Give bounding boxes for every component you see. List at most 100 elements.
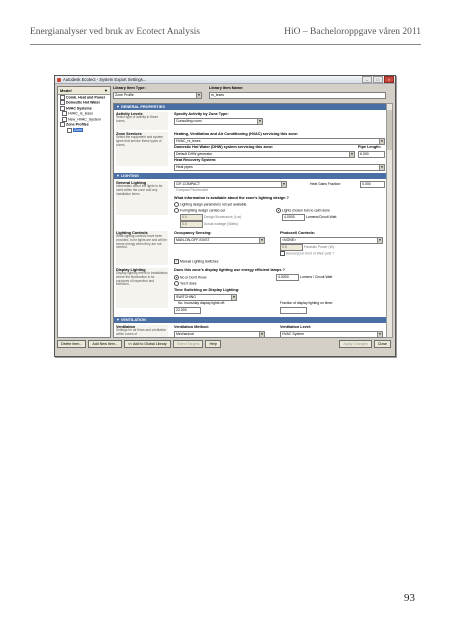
display-question: Does this zone's display lighting use en… xyxy=(174,268,285,272)
dropdown-arrow-icon[interactable]: ▼ xyxy=(104,87,108,94)
occupancy-value: MAN-ON-OFF-EXIST xyxy=(176,238,210,242)
tree-node-label: Comb. Heat and Power xyxy=(66,95,106,100)
library-tree[interactable]: Model ▼ Comb. Heat and Power Domestic Hot… xyxy=(57,86,111,338)
section-ventilation[interactable]: ▼ VENTILATION xyxy=(114,317,386,323)
manual-switches-check[interactable]: ✓ Manual Lighting Switches xyxy=(174,259,218,264)
library-row: Library Item Type: Zone Profile ▼ Library… xyxy=(113,86,391,102)
tree-header-label: Model xyxy=(60,88,72,93)
tree-node[interactable]: Zone xyxy=(58,127,110,133)
actual-wattage-input[interactable]: 0.0 xyxy=(180,221,203,228)
properties-panel[interactable]: ▼ GENERAL PROPERTIES Activity Levels Sel… xyxy=(113,103,387,338)
section-lighting[interactable]: ▼ LIGHTING xyxy=(114,173,386,179)
lighting-design-question: What information is available about the … xyxy=(174,196,289,200)
dhw-label: Domestic Hot Water (DHW) system servicin… xyxy=(174,145,274,149)
vent-method-value: Mechanical xyxy=(176,332,194,336)
display-efficacy-input[interactable]: 4.0000 xyxy=(276,274,299,281)
activity-desc-text: Select type of activity in these zones. xyxy=(116,115,158,123)
close-window-button[interactable]: × xyxy=(384,76,394,83)
maximize-button[interactable]: □ xyxy=(373,76,383,83)
section-general-properties[interactable]: ▼ GENERAL PROPERTIES xyxy=(114,104,386,110)
minimize-button[interactable]: – xyxy=(362,76,372,83)
add-new-item-button[interactable]: Add New Item... xyxy=(88,340,122,348)
library-type-select[interactable]: Zone Profile ▼ xyxy=(113,92,202,99)
tree-expander-icon[interactable] xyxy=(62,116,67,122)
tree-expander-icon[interactable] xyxy=(60,105,65,111)
vent-level-select[interactable]: HVAC System ▼ xyxy=(280,331,383,337)
occupancy-select[interactable]: MAN-ON-OFF-EXIST ▼ xyxy=(174,237,265,244)
tree-node-label: HVAC_rs_leses xyxy=(68,111,94,116)
parasitic-power-label: Parasitic Power (W) xyxy=(304,245,334,249)
select-targets-button[interactable]: Select Targets xyxy=(172,340,204,348)
settings-content: Library Item Type: Zone Profile ▼ Library… xyxy=(113,86,393,338)
apply-changes-button[interactable]: Apply Changes xyxy=(339,340,372,348)
pipe-length-label: Pipe Length: xyxy=(358,145,381,149)
properties-scrollbar[interactable] xyxy=(386,103,393,338)
tree-expander-icon[interactable] xyxy=(60,95,65,100)
general-lighting-desc: General Lighting Information about the l… xyxy=(116,181,168,215)
tree-expander-icon[interactable] xyxy=(62,111,67,117)
display-opt-yes[interactable]: Yes it does xyxy=(174,281,196,286)
parasitic-power-input[interactable]: 0.0 xyxy=(280,244,303,251)
page-number: 93 xyxy=(404,592,415,604)
tree-node-label: Zone xyxy=(73,128,84,133)
tree-node-label: Domestic Hot Water xyxy=(66,100,101,105)
help-button[interactable]: Help xyxy=(205,340,221,348)
design-illuminance-input[interactable]: 0.0 xyxy=(180,214,203,221)
display-lighting-desc-text: Display lighting refers to installations… xyxy=(116,271,168,287)
vent-method-select[interactable]: Mechanical ▼ xyxy=(174,331,265,337)
chevron-down-icon: ▼ xyxy=(259,332,264,337)
pipe-length-input[interactable]: 6.000 xyxy=(358,151,385,158)
lighting-opt-none-label: Lighting design parameters not yet avail… xyxy=(180,202,248,207)
heat-recovery-select[interactable]: Heat pipes ▼ xyxy=(174,164,385,171)
lamp-type-select[interactable]: CIF-COMPACT ▼ xyxy=(174,181,287,188)
close-button[interactable]: Close xyxy=(373,340,391,348)
library-name-input[interactable]: rs_leses xyxy=(209,92,386,99)
page-header-right: HiO – Bacheloroppgave våren 2011 xyxy=(284,27,421,37)
section-general-label: GENERAL PROPERTIES xyxy=(120,105,165,109)
sensor-check-label: Sensor(s) in front of Weir cells ? xyxy=(286,251,335,256)
hours-off-input[interactable]: 22.000 xyxy=(174,307,201,314)
heat-fraction-input[interactable]: 0.000 xyxy=(360,181,385,188)
lighting-opt-chosen-label: Lights chosen but no calm done xyxy=(282,208,330,213)
display-opt-no-label: No or Don't Know xyxy=(180,275,207,280)
tree-node-label: Zone Profiles xyxy=(66,122,89,127)
activity-select[interactable]: Consulting room ▼ xyxy=(174,118,263,125)
chevron-down-icon: ▼ xyxy=(259,238,264,243)
tree-expander-icon[interactable] xyxy=(67,127,72,133)
dhw-select[interactable]: Default DHW generator ▼ xyxy=(174,151,355,158)
lamp-type-value: CIF-COMPACT xyxy=(176,182,201,186)
lighting-opt-none[interactable]: Lighting design parameters not yet avail… xyxy=(174,202,247,207)
sensor-check[interactable]: Sensor(s) in front of Weir cells ? xyxy=(280,251,334,256)
lighting-opt-chosen[interactable]: Lights chosen but no calm done xyxy=(276,208,330,213)
tree-node-label: New_HVAC_System xyxy=(68,117,101,122)
photocell-value: <NONE> xyxy=(282,238,297,242)
fraction-timer-input[interactable] xyxy=(280,307,307,314)
checkbox-checked-icon: ✓ xyxy=(174,259,179,264)
tree-expander-icon[interactable] xyxy=(60,122,65,128)
lighting-controls-desc: Lighting Controls What lighting controls… xyxy=(116,231,168,265)
hvac-value: HVAC_rs_leses xyxy=(176,139,201,143)
radio-icon xyxy=(174,202,179,207)
actual-wattage-label: Actual wattage (Watts) xyxy=(204,222,238,226)
delete-item-button[interactable]: Delete Item... xyxy=(57,340,87,348)
photocell-select[interactable]: <NONE> ▼ xyxy=(280,237,383,244)
display-opt-no[interactable]: No or Don't Know xyxy=(174,275,206,280)
time-switch-select[interactable]: SWITCHING ▼ xyxy=(174,294,237,301)
lighting-opt-full[interactable]: Full lighting design carried out xyxy=(174,208,225,213)
occupancy-label: Occupancy Sensing: xyxy=(174,231,212,235)
fraction-timer-label: Fraction of display lighting on timer: xyxy=(280,301,334,305)
library-name-label: Library Item Name: xyxy=(209,86,244,90)
add-to-global-library-button[interactable]: << Add to Global Library xyxy=(123,340,171,348)
scrollbar-thumb[interactable] xyxy=(387,110,392,150)
radio-selected-icon xyxy=(174,275,179,280)
hvac-select[interactable]: HVAC_rs_leses ▼ xyxy=(174,138,385,145)
ventilation-desc: Ventilation Settings for air flows and v… xyxy=(116,325,168,337)
tree-expander-icon[interactable] xyxy=(60,100,65,106)
design-illuminance-label: Design Illuminance (Lux) xyxy=(204,215,242,219)
app-icon xyxy=(57,77,61,82)
page-header-left: Energianalyser ved bruk av Ecotect Analy… xyxy=(30,27,200,37)
lumens-watt-input[interactable]: 4.0000 xyxy=(282,214,305,221)
heat-fraction-label: Heat Gains Fraction: xyxy=(310,182,342,186)
chevron-down-icon: ▼ xyxy=(379,139,384,144)
heat-recovery-label: Heat Recovery System: xyxy=(174,158,217,162)
